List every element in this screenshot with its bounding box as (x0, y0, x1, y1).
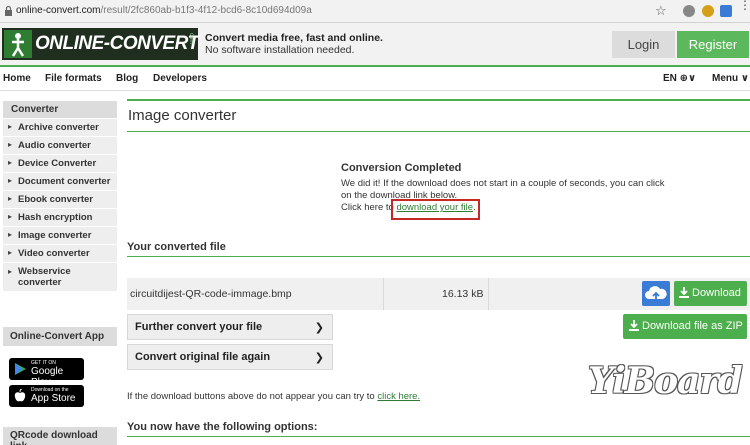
nav-blog[interactable]: Blog (116, 73, 138, 84)
logo-figure-icon (4, 30, 32, 58)
sidebar-item-video[interactable]: ▸ Video converter (3, 244, 117, 262)
login-button[interactable]: Login (612, 31, 675, 58)
caret-right-icon: ▸ (8, 212, 13, 221)
caret-right-icon: ▸ (8, 122, 13, 131)
app-heading: Online-Convert App (3, 327, 117, 346)
sidebar-item-device[interactable]: ▸ Device Converter (3, 154, 117, 172)
convert-again-button[interactable]: Convert original file again ❯ (127, 344, 333, 370)
browser-url-bar[interactable]: online-convert.com/result/2fc860ab-b1f3-… (0, 0, 750, 23)
caret-right-icon: ▸ (8, 248, 13, 257)
caret-right-icon: ▸ (8, 194, 13, 203)
sidebar-item-audio[interactable]: ▸ Audio converter (3, 136, 117, 154)
apple-icon (14, 389, 26, 402)
sidebar: Converter ▸ Archive converter ▸ Audio conv… (3, 101, 117, 291)
logo-com: com (188, 33, 194, 45)
download-zip-button[interactable]: Download file as ZIP (623, 314, 747, 339)
file-size: 16.13 kB (442, 288, 484, 300)
extension-icon[interactable] (683, 5, 695, 17)
download-icon (629, 320, 639, 331)
google-play-icon (15, 363, 26, 375)
app-store-label: App Store (31, 393, 76, 404)
download-icon (679, 287, 689, 298)
section-divider (127, 256, 750, 257)
menu-toggle[interactable]: Menu ∨ (712, 73, 749, 84)
qr-heading: QRcode download link (3, 427, 117, 445)
main-nav: Home File formats Blog Developers EN ⊕∨ … (0, 67, 750, 91)
extension-icon[interactable] (720, 5, 732, 17)
caret-right-icon: ▸ (8, 267, 13, 276)
bookmark-star-icon[interactable]: ☆ (655, 3, 667, 19)
sidebar-item-ebook[interactable]: ▸ Ebook converter (3, 190, 117, 208)
conversion-heading: Conversion Completed (341, 162, 462, 174)
sidebar-item-hash[interactable]: ▸ Hash encryption (3, 208, 117, 226)
sidebar-item-document[interactable]: ▸ Document converter (3, 172, 117, 190)
fallback-note: If the download buttons above do not app… (127, 391, 420, 402)
further-convert-label: Further convert your file (135, 321, 263, 333)
click-here-link[interactable]: click here. (377, 391, 420, 402)
register-button[interactable]: Register (677, 31, 749, 58)
further-convert-button[interactable]: Further convert your file ❯ (127, 314, 333, 340)
sidebar-item-image[interactable]: ▸ Image converter (3, 226, 117, 244)
download-zip-label: Download file as ZIP (642, 320, 743, 332)
tagline: Convert media free, fast and online. No … (205, 32, 383, 56)
click-here-prefix: Click here to (341, 202, 397, 213)
header-divider (0, 65, 750, 67)
cloud-upload-icon (645, 286, 667, 300)
conversion-body-text: We did it! If the download does not star… (341, 178, 665, 201)
download-button-label: Download (692, 287, 741, 299)
chevron-right-icon: ❯ (314, 352, 324, 364)
sidebar-item-archive[interactable]: ▸ Archive converter (3, 118, 117, 136)
watermark: YiBoard (588, 360, 743, 402)
converted-file-heading: Your converted file (127, 241, 226, 253)
column-divider (488, 278, 489, 310)
sidebar-item-webservice[interactable]: ▸ Webservice converter (3, 262, 117, 291)
tagline-line-1: Convert media free, fast and online. (205, 32, 383, 44)
page-title: Image converter (128, 107, 237, 124)
extension-icon[interactable] (702, 5, 714, 17)
caret-right-icon: ▸ (8, 158, 13, 167)
site-header: ONLINE-CONVERT com Convert media free, f… (0, 23, 750, 67)
content-top-divider (127, 99, 750, 101)
caret-right-icon: ▸ (8, 176, 13, 185)
section-divider (127, 436, 750, 437)
lock-icon (5, 5, 12, 16)
chevron-right-icon: ❯ (314, 322, 324, 334)
caret-right-icon: ▸ (8, 230, 13, 239)
file-row: circuitdijest-QR-code-immage.bmp 16.13 k… (127, 278, 750, 310)
browser-menu-icon[interactable]: ⋮ (739, 0, 750, 11)
highlight-box (391, 199, 480, 220)
note-text: If the download buttons above do not app… (127, 391, 378, 402)
google-play-badge[interactable]: GET IT ON Google Play (9, 358, 84, 388)
file-name: circuitdijest-QR-code-immage.bmp (130, 288, 292, 300)
logo-text: ONLINE-CONVERT (35, 33, 199, 54)
options-heading: You now have the following options: (127, 421, 318, 433)
nav-file-formats[interactable]: File formats (45, 73, 102, 84)
site-logo[interactable]: ONLINE-CONVERT com (2, 28, 199, 60)
language-selector[interactable]: EN ⊕∨ (663, 73, 696, 84)
nav-home[interactable]: Home (3, 73, 31, 84)
cloud-upload-button[interactable] (642, 281, 670, 306)
nav-developers[interactable]: Developers (153, 73, 207, 84)
url-text[interactable]: online-convert.com/result/2fc860ab-b1f3-… (16, 5, 312, 16)
convert-again-label: Convert original file again (135, 351, 271, 363)
caret-right-icon: ▸ (8, 140, 13, 149)
sidebar-heading: Converter (3, 101, 117, 118)
app-store-badge[interactable]: Download on the App Store (9, 385, 84, 407)
tagline-line-2: No software installation needed. (205, 44, 355, 56)
title-divider (127, 131, 750, 132)
column-divider (383, 278, 384, 310)
download-button[interactable]: Download (674, 281, 747, 306)
